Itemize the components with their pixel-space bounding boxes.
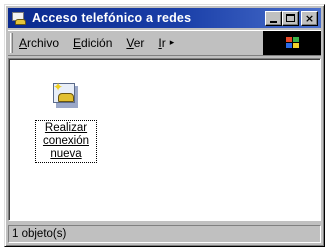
menu-grip[interactable]	[10, 33, 13, 53]
minimize-icon	[270, 20, 277, 23]
title-bar[interactable]: Acceso telefónico a redes ×	[8, 8, 321, 28]
menu-bar: Archivo Edición Ver Ir ▸	[8, 30, 321, 56]
new-connection-item[interactable]: ✦ Realizar conexión nueva	[33, 81, 99, 163]
label-line-3: nueva	[50, 148, 82, 160]
menu-archivo[interactable]: Archivo	[19, 36, 59, 50]
new-connection-label: Realizar conexión nueva	[35, 120, 97, 163]
close-button[interactable]: ×	[301, 10, 318, 26]
menu-ir[interactable]: Ir	[158, 36, 165, 50]
windows-flag-icon	[285, 37, 299, 49]
label-line-2: conexión	[42, 135, 90, 147]
folder-content-area[interactable]: ✦ Realizar conexión nueva	[8, 58, 321, 221]
menu-more-chevron-icon[interactable]: ▸	[170, 38, 175, 48]
window-title: Acceso telefónico a redes	[32, 11, 192, 25]
maximize-icon	[286, 13, 295, 22]
status-bar: 1 objeto(s)	[8, 224, 321, 243]
maximize-button[interactable]	[282, 10, 299, 26]
new-connection-icon: ✦	[50, 81, 82, 113]
windows-logo-throbber	[263, 31, 321, 55]
status-text: 1 objeto(s)	[8, 224, 321, 243]
window-controls: ×	[265, 10, 318, 26]
label-line-1: Realizar	[44, 122, 88, 134]
close-icon: ×	[304, 11, 315, 25]
dialup-networking-window: Acceso telefónico a redes × Archivo Edic…	[4, 4, 325, 247]
menu-ver[interactable]: Ver	[126, 36, 144, 50]
menu-edicion[interactable]: Edición	[73, 36, 112, 50]
dialup-networking-icon[interactable]	[11, 10, 27, 26]
minimize-button[interactable]	[265, 10, 282, 26]
